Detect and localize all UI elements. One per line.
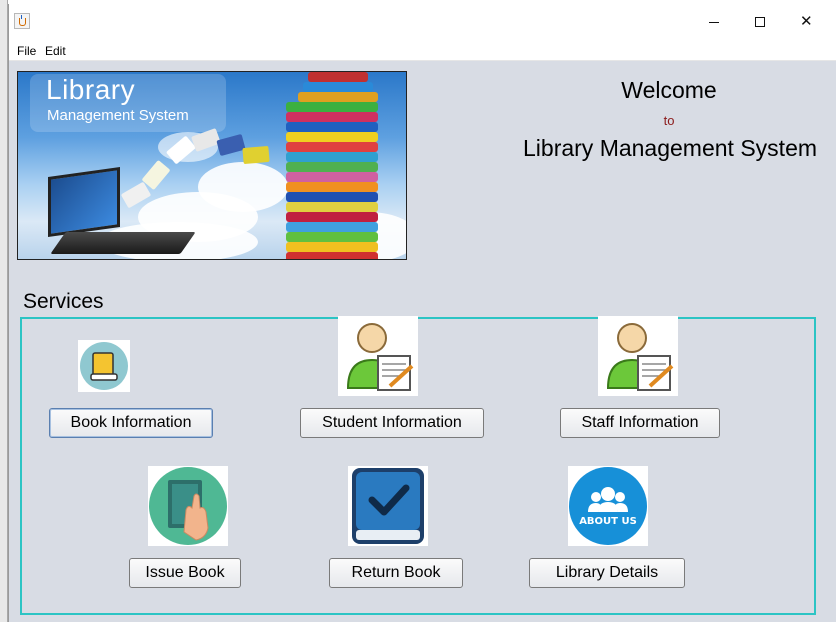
about-us-badge-text: ABOUT US [579,516,637,527]
app-window: ✕ File Edit Library Management System We… [8,4,836,622]
main-content: Library Management System Welcome to Lib… [9,61,836,622]
java-app-icon [14,13,30,29]
staff-information-button[interactable]: Staff Information [560,408,720,438]
staff-icon [598,316,678,396]
background-window-edge [0,0,8,622]
system-title: Library Management System [523,135,818,161]
maximize-button[interactable] [737,4,783,37]
issue-book-button[interactable]: Issue Book [129,558,241,588]
welcome-to-text: to [663,113,675,128]
book-icon [78,340,130,392]
return-book-button[interactable]: Return Book [329,558,463,588]
title-bar: ✕ [9,4,836,37]
minimize-button[interactable] [691,4,737,37]
menu-edit[interactable]: Edit [45,44,66,58]
banner-title: Library [46,74,136,105]
library-details-button[interactable]: Library Details [529,558,685,588]
about-us-icon: ABOUT US [568,466,648,546]
welcome-heading: Welcome [621,77,717,103]
close-button[interactable]: ✕ [783,4,829,37]
menu-bar: File Edit [9,41,836,61]
return-book-icon [348,466,428,546]
student-information-button[interactable]: Student Information [300,408,484,438]
issue-book-icon [148,466,228,546]
menu-file[interactable]: File [17,44,36,58]
student-icon [338,316,418,396]
book-information-button[interactable]: Book Information [49,408,213,438]
library-banner-image: Library Management System [17,71,407,260]
services-heading: Services [23,290,104,313]
banner-subtitle: Management System [47,107,189,124]
laptop-graphic [48,166,120,238]
services-panel: Book Information Student Information Sta… [20,316,816,615]
